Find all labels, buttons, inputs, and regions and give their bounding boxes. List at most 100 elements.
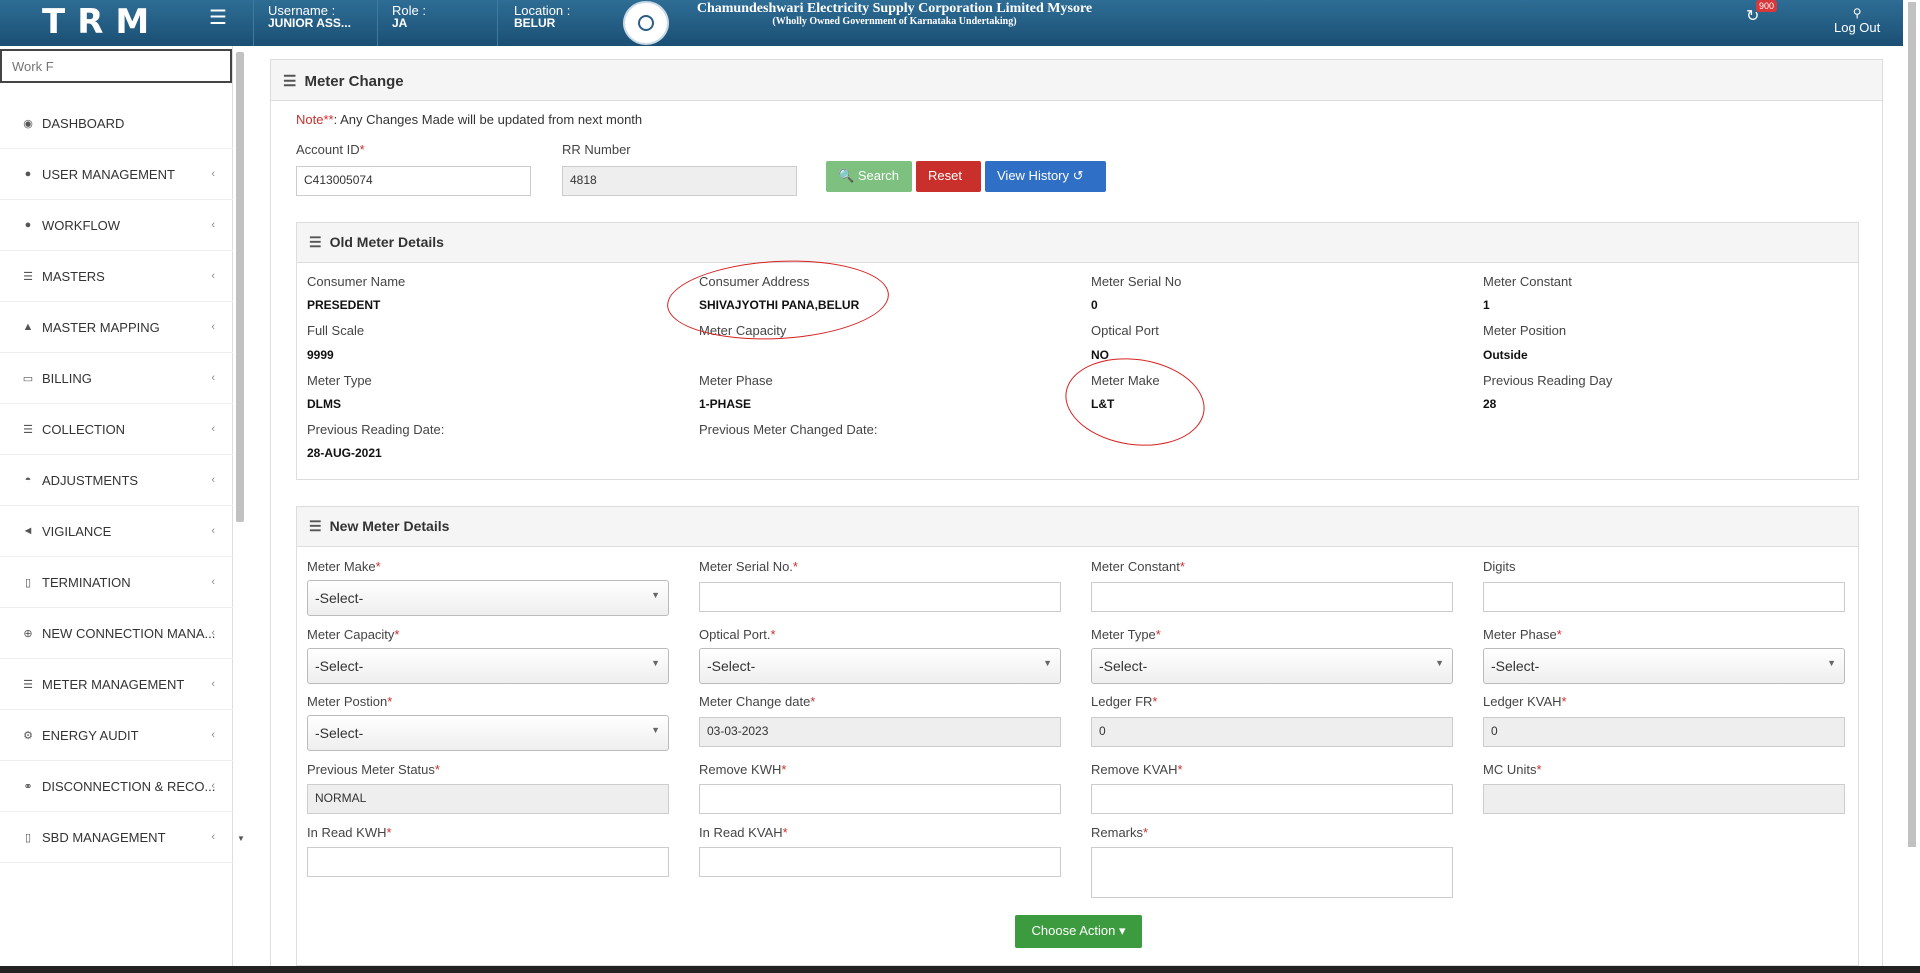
chevron-left-icon: ‹ <box>211 321 215 333</box>
sidebar-item-vigilance[interactable]: ◄ VIGILANCE ‹ <box>0 506 233 557</box>
top-navbar: TRM ☰ Username : JUNIOR ASS... Role : JA L… <box>0 0 1903 46</box>
meter-make-select[interactable]: -Select- ▼ <box>307 580 669 616</box>
scroll-down-icon[interactable]: ▼ <box>237 834 245 843</box>
choose-action-button[interactable]: Choose Action ▾ <box>1015 915 1142 948</box>
meter-serial-input[interactable] <box>699 582 1061 612</box>
bars-icon: ☰ <box>309 234 322 250</box>
reset-button[interactable]: Reset <box>916 161 981 192</box>
sidebar-item-label: METER MANAGEMENT <box>42 676 185 692</box>
plus-circle-icon: ⊕ <box>23 627 33 640</box>
chevron-left-icon: ‹ <box>211 831 215 843</box>
meter-constant-label: Meter Constant* <box>1091 559 1185 574</box>
logout-button[interactable]: ⚲ Log Out <box>1834 6 1880 35</box>
sidebar-item-termination[interactable]: ▯ TERMINATION ‹ <box>0 557 233 608</box>
old-meter-header: ☰ Old Meter Details <box>297 223 1858 263</box>
prev-reading-date-label: Previous Reading Date: <box>307 422 445 437</box>
caret-down-icon: ▼ <box>1043 658 1052 668</box>
meter-phase-select[interactable]: -Select- ▼ <box>1483 648 1845 684</box>
caret-down-icon: ▼ <box>1435 658 1444 668</box>
full-scale-value: 9999 <box>307 348 334 362</box>
corp-emblem-icon <box>623 1 669 45</box>
rr-number-input[interactable]: 4818 <box>562 166 797 196</box>
prev-meter-status-input[interactable]: NORMAL <box>307 784 669 814</box>
sidebar-item-dashboard[interactable]: ◉ DASHBOARD <box>0 98 233 149</box>
sidebar-item-collection[interactable]: ☰ COLLECTION ‹ <box>0 404 233 455</box>
sidebar-search-input[interactable] <box>0 49 232 83</box>
mc-units-input[interactable] <box>1483 784 1845 814</box>
remove-kwh-input[interactable] <box>699 784 1061 814</box>
sidebar-item-sbd-management[interactable]: ▯ SBD MANAGEMENT ‹ <box>0 812 233 863</box>
sidebar-item-workflow[interactable]: ● WORKFLOW ‹ <box>0 200 233 251</box>
digits-input[interactable] <box>1483 582 1845 612</box>
user-icon: ● <box>24 219 32 231</box>
monitor-icon: ▭ <box>22 372 34 385</box>
list-icon: ☰ <box>23 270 33 283</box>
sidebar-item-user-management[interactable]: ● USER MANAGEMENT ‹ <box>0 149 233 200</box>
location-info: Location : BELUR <box>514 3 571 30</box>
remove-kwh-label: Remove KWH* <box>699 762 787 777</box>
sidebar-item-meter-management[interactable]: ☰ METER MANAGEMENT ‹ <box>0 659 233 710</box>
in-read-kwh-input[interactable] <box>307 847 669 877</box>
meter-constant-input[interactable] <box>1091 582 1453 612</box>
sidebar-item-label: MASTER MAPPING <box>42 319 160 335</box>
ledger-kvah-label: Ledger KVAH* <box>1483 694 1567 709</box>
search-icon: 🔍 <box>838 168 855 183</box>
notification-bell[interactable]: ↻ 900 <box>1746 0 1778 26</box>
meter-position-value: Outside <box>1483 348 1528 362</box>
sidebar-item-label: DASHBOARD <box>42 115 125 131</box>
prev-meter-status-label: Previous Meter Status* <box>307 762 440 777</box>
sidebar-item-disconnection-reco[interactable]: ⚭ DISCONNECTION & RECO... ‹ <box>0 761 233 812</box>
menu-toggle-icon[interactable]: ☰ <box>209 8 227 28</box>
sidebar-item-label: SBD MANAGEMENT <box>42 829 166 845</box>
chevron-left-icon: ‹ <box>211 780 215 792</box>
in-read-kvah-input[interactable] <box>699 847 1061 877</box>
chevron-left-icon: ‹ <box>211 168 215 180</box>
meter-type-select[interactable]: -Select- ▼ <box>1091 648 1453 684</box>
sidebar-item-label: DISCONNECTION & RECO... <box>42 778 216 794</box>
sidebar-item-new-connection-mana[interactable]: ⊕ NEW CONNECTION MANA... ‹ <box>0 608 233 659</box>
meter-position-select[interactable]: -Select- ▼ <box>307 715 669 751</box>
ledger-kvah-input[interactable]: 0 <box>1483 717 1845 747</box>
meter-change-panel: ☰ Meter Change Note**: Any Changes Made w… <box>270 59 1883 973</box>
sidebar-item-billing[interactable]: ▭ BILLING ‹ <box>0 353 233 404</box>
meter-capacity-select[interactable]: -Select- ▼ <box>307 648 669 684</box>
sidebar-item-label: USER MANAGEMENT <box>42 166 175 182</box>
meter-change-date-input[interactable]: 03-03-2023 <box>699 717 1061 747</box>
list-icon: ☰ <box>23 423 33 436</box>
consumer-name-label: Consumer Name <box>307 274 406 289</box>
caret-down-icon: ▼ <box>1827 658 1836 668</box>
bars-icon: ☰ <box>309 518 322 534</box>
remarks-label: Remarks* <box>1091 825 1149 840</box>
sidebar-item-masters[interactable]: ☰ MASTERS ‹ <box>0 251 233 302</box>
ledger-fr-input[interactable]: 0 <box>1091 717 1453 747</box>
sidebar-item-label: MASTERS <box>42 268 105 284</box>
page-scrollbar[interactable] <box>1908 2 1916 847</box>
vk-icon: ◄ <box>22 525 34 537</box>
sidebar-item-master-mapping[interactable]: ▲ MASTER MAPPING ‹ <box>0 302 233 353</box>
remove-kvah-label: Remove KVAH* <box>1091 762 1183 777</box>
page-title: Meter Change <box>304 73 404 90</box>
remarks-textarea[interactable] <box>1091 847 1453 898</box>
prev-reading-date-value: 28-AUG-2021 <box>307 446 382 460</box>
meter-serial-value: 0 <box>1091 298 1098 312</box>
sidebar-scrollbar[interactable] <box>236 52 244 522</box>
mc-units-label: MC Units* <box>1483 762 1542 777</box>
dashboard-icon: ◉ <box>23 117 33 130</box>
account-id-input[interactable]: C413005074 <box>296 166 531 196</box>
meter-constant-label: Meter Constant <box>1483 274 1572 289</box>
meter-serial-label: Meter Serial No.* <box>699 559 798 574</box>
remove-kvah-input[interactable] <box>1091 784 1453 814</box>
sidebar-item-adjustments[interactable]: ◓ ADJUSTMENTS ‹ <box>0 455 233 506</box>
view-history-button[interactable]: View History ↺ <box>985 161 1106 192</box>
rr-number-label: RR Number <box>562 142 631 157</box>
optical-port-select[interactable]: -Select- ▼ <box>699 648 1061 684</box>
sidebar-item-energy-audit[interactable]: ⚙ ENERGY AUDIT ‹ <box>0 710 233 761</box>
meter-phase-label: Meter Phase* <box>1483 627 1562 642</box>
meter-position-label: Meter Position <box>1483 323 1567 338</box>
meter-phase-label: Meter Phase <box>699 373 773 388</box>
chevron-left-icon: ‹ <box>211 525 215 537</box>
sidebar-item-label: VIGILANCE <box>42 523 112 539</box>
taskbar <box>0 966 1920 973</box>
search-button[interactable]: 🔍 Search <box>826 161 912 192</box>
digits-label: Digits <box>1483 559 1516 574</box>
